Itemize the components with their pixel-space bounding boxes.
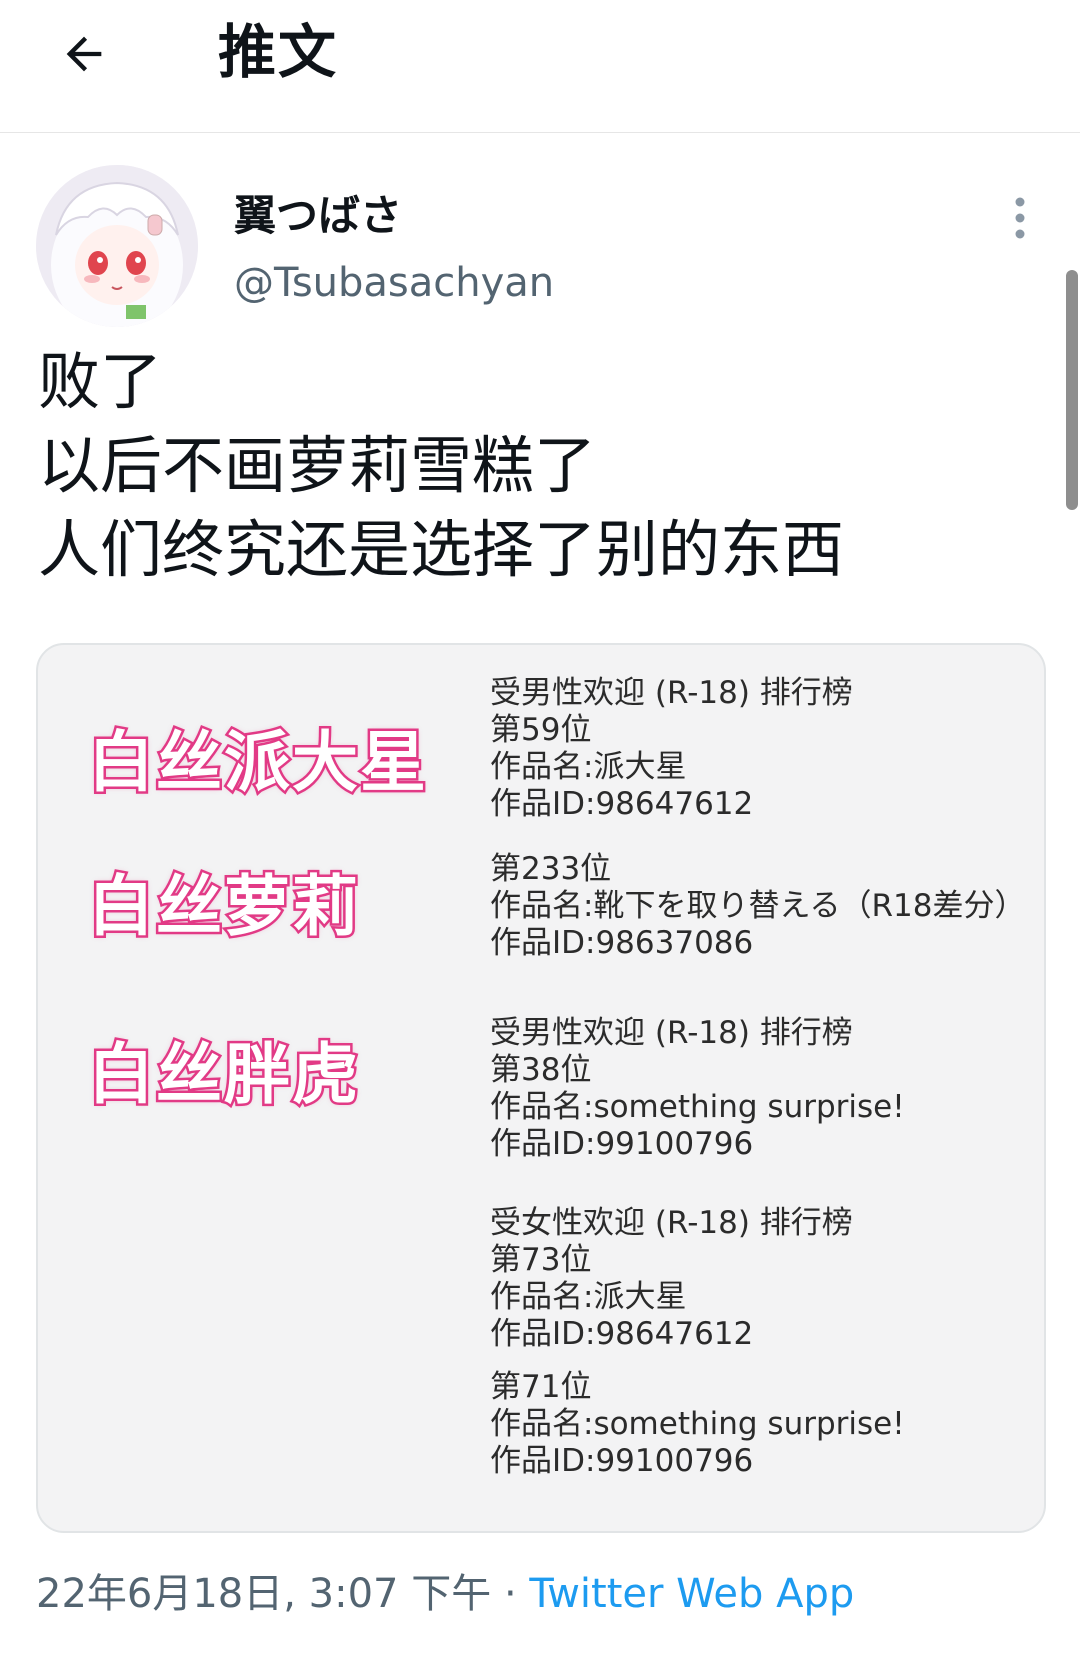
source-link[interactable]: Twitter Web App [529,1571,854,1617]
ranking-block: 受男性欢迎 (R-18) 排行榜 第38位 作品名:something surp… [490,1015,905,1163]
ranking-block: 第233位 作品名:靴下を取り替える（R18差分） 作品ID:98637086 [490,851,1026,962]
image-label: 白丝胖虎 [86,1034,361,1116]
ranking-line: 作品ID:99100796 [490,1126,754,1162]
ranking-block: 受女性欢迎 (R-18) 排行榜 第73位 作品名:派大星 作品ID:98647… [490,1205,853,1353]
ranking-line: 作品名:派大星 [490,1279,687,1315]
avatar-image [36,165,198,327]
ranking-line: 作品ID:98647612 [490,1316,754,1352]
ranking-line: 受男性欢迎 (R-18) 排行榜 [490,1015,853,1051]
meta-separator: · [503,1571,517,1617]
tweet-image[interactable]: 白丝派大星 白丝萝莉 白丝胖虎 受男性欢迎 (R-18) 排行榜 第59位 作品… [36,643,1046,1533]
ranking-line: 受女性欢迎 (R-18) 排行榜 [490,1205,853,1241]
ranking-line: 作品名:something surprise! [490,1406,905,1442]
ranking-line: 第71位 [490,1369,592,1405]
tweet-detail-page: 推文 翼つばさ @Tsubasachyan 败了 以后不画萝莉雪糕了 人们终究还… [0,0,1080,1655]
ranking-line: 作品ID:98637086 [490,925,754,961]
tweet-text: 败了 以后不画萝莉雪糕了 人们终究还是选择了别的东西 [38,340,1038,592]
ranking-line: 第73位 [490,1242,592,1278]
ranking-block: 第71位 作品名:something surprise! 作品ID:991007… [490,1369,905,1480]
tweet-line: 人们终究还是选择了别的东西 [38,513,845,586]
ranking-line: 作品名:something surprise! [490,1089,905,1125]
arrow-left-icon [66,36,102,72]
avatar[interactable] [36,165,198,327]
top-bar: 推文 [0,0,1080,133]
image-label: 白丝派大星 [86,722,429,804]
ranking-line: 第38位 [490,1052,592,1088]
ranking-line: 作品名:派大星 [490,749,687,785]
display-name[interactable]: 翼つばさ [234,188,402,244]
more-button[interactable] [1000,192,1040,244]
ranking-line: 作品ID:99100796 [490,1443,754,1479]
tweet-meta: 22年6月18日, 3:07 下午 · Twitter Web App [36,1566,854,1622]
tweet-line: 以后不画萝莉雪糕了 [38,429,597,502]
ranking-line: 作品名:靴下を取り替える（R18差分） [490,888,1026,924]
tweet-line: 败了 [38,345,163,418]
back-button[interactable] [48,18,120,90]
timestamp[interactable]: 22年6月18日, 3:07 下午 [36,1571,491,1617]
ranking-line: 第233位 [490,851,612,887]
ranking-line: 作品ID:98647612 [490,786,754,822]
more-vertical-icon [1015,197,1025,239]
ranking-line: 第59位 [490,712,592,748]
image-label: 白丝萝莉 [86,866,361,948]
ranking-block: 受男性欢迎 (R-18) 排行榜 第59位 作品名:派大星 作品ID:98647… [490,675,853,823]
ranking-line: 受男性欢迎 (R-18) 排行榜 [490,675,853,711]
scrollbar[interactable] [1066,270,1078,510]
user-handle[interactable]: @Tsubasachyan [234,256,554,310]
page-title: 推文 [218,18,339,86]
